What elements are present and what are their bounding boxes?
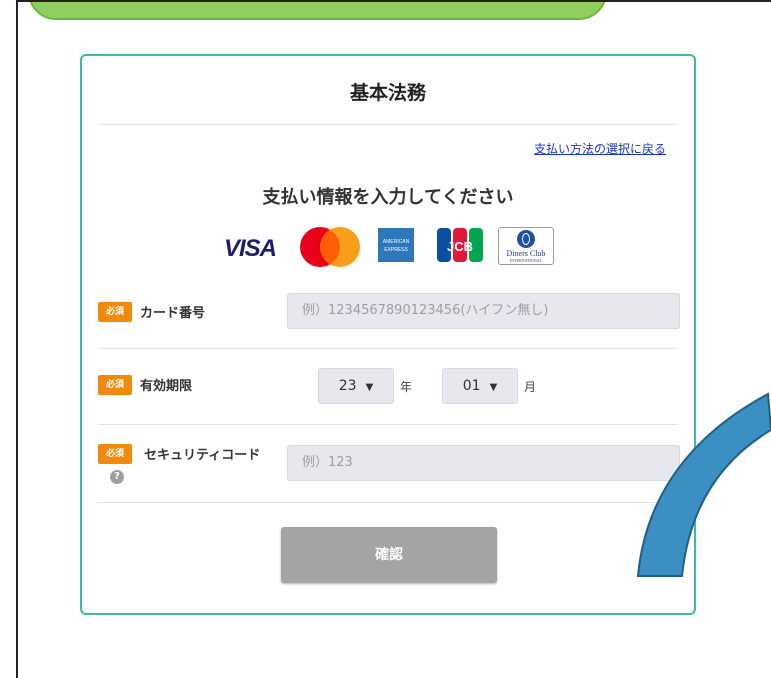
month-unit: 月	[524, 380, 537, 394]
expiry-month-value: 01	[462, 378, 481, 394]
card-number-row: 必須 カード番号 例）1234567890123456(ハイフン無し)	[82, 292, 694, 352]
curved-arrow-annotation	[636, 392, 771, 577]
diners-line2: INTERNATIONAL	[510, 258, 542, 263]
chevron-down-icon: ▼	[365, 382, 374, 393]
required-badge: 必須	[98, 302, 132, 322]
diners-club-logo: Diners Club INTERNATIONAL	[498, 227, 554, 265]
amex-line2: EXPRESS	[384, 247, 408, 253]
jcb-logo: JCB	[437, 228, 483, 262]
card-number-label: カード番号	[140, 306, 206, 321]
payment-info-heading: 支払い情報を入力してください	[262, 187, 514, 208]
visa-logo: VISA	[224, 235, 277, 262]
expiry-row: 必須 有効期限 23 ▼ 年 01 ▼ 月	[82, 368, 694, 418]
card-number-input[interactable]: 例）1234567890123456(ハイフン無し)	[287, 293, 680, 329]
diners-line1: Diners Club	[506, 249, 546, 258]
expiry-year-value: 23	[338, 378, 357, 394]
expiry-year-select[interactable]: 23 ▼	[318, 368, 394, 404]
mastercard-logo	[300, 227, 360, 267]
payment-card: 基本法務 支払い方法の選択に戻る 支払い情報を入力してください VISA AME…	[80, 54, 696, 615]
year-unit: 年	[400, 380, 413, 394]
expiry-month-select[interactable]: 01 ▼	[442, 368, 518, 404]
help-icon[interactable]: ?	[110, 470, 124, 484]
divider	[98, 502, 678, 503]
diners-circle-icon	[517, 230, 535, 248]
page-title: 基本法務	[349, 82, 426, 104]
expiry-label: 有効期限	[140, 379, 193, 394]
confirm-button[interactable]: 確認	[281, 527, 497, 583]
back-to-payment-method-link[interactable]: 支払い方法の選択に戻る	[534, 140, 666, 157]
divider	[98, 348, 678, 349]
amex-line1: AMERICAN	[382, 239, 410, 245]
required-badge: 必須	[98, 375, 132, 395]
divider	[98, 124, 678, 125]
security-code-input[interactable]: 例）123	[287, 445, 680, 481]
chevron-down-icon: ▼	[489, 382, 498, 393]
divider	[98, 424, 678, 425]
required-badge: 必須	[98, 444, 132, 464]
security-code-label: セキュリティコード	[144, 448, 261, 463]
security-code-row: 必須 ? セキュリティコード 例）123	[82, 444, 694, 504]
amex-logo: AMERICAN EXPRESS	[378, 228, 414, 262]
jcb-text: JCB	[447, 239, 473, 254]
